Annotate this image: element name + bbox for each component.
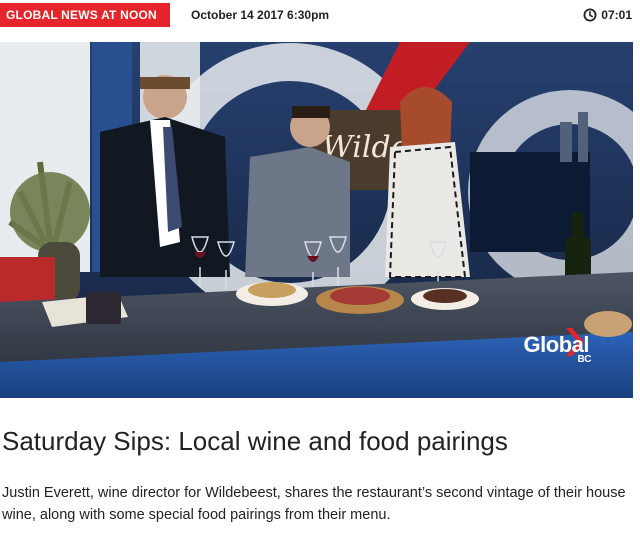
logo-sub-text: BC	[577, 354, 592, 365]
video-header-bar: GLOBAL NEWS AT NOON BC October 14 2017 6…	[0, 0, 640, 46]
show-tag[interactable]: GLOBAL NEWS AT NOON BC	[0, 3, 170, 46]
video-player[interactable]: Wilde Global BC	[0, 42, 633, 398]
air-datetime: October 14 2017 6:30pm	[191, 8, 330, 22]
duration-label: 07:01	[601, 8, 632, 22]
video-duration: 07:01	[583, 3, 632, 27]
global-bc-logo: Global BC	[524, 332, 592, 365]
article-description: Justin Everett, wine director for Wildeb…	[2, 485, 626, 523]
clock-icon	[583, 8, 597, 22]
article-title: Saturday Sips: Local wine and food pairi…	[2, 426, 508, 456]
